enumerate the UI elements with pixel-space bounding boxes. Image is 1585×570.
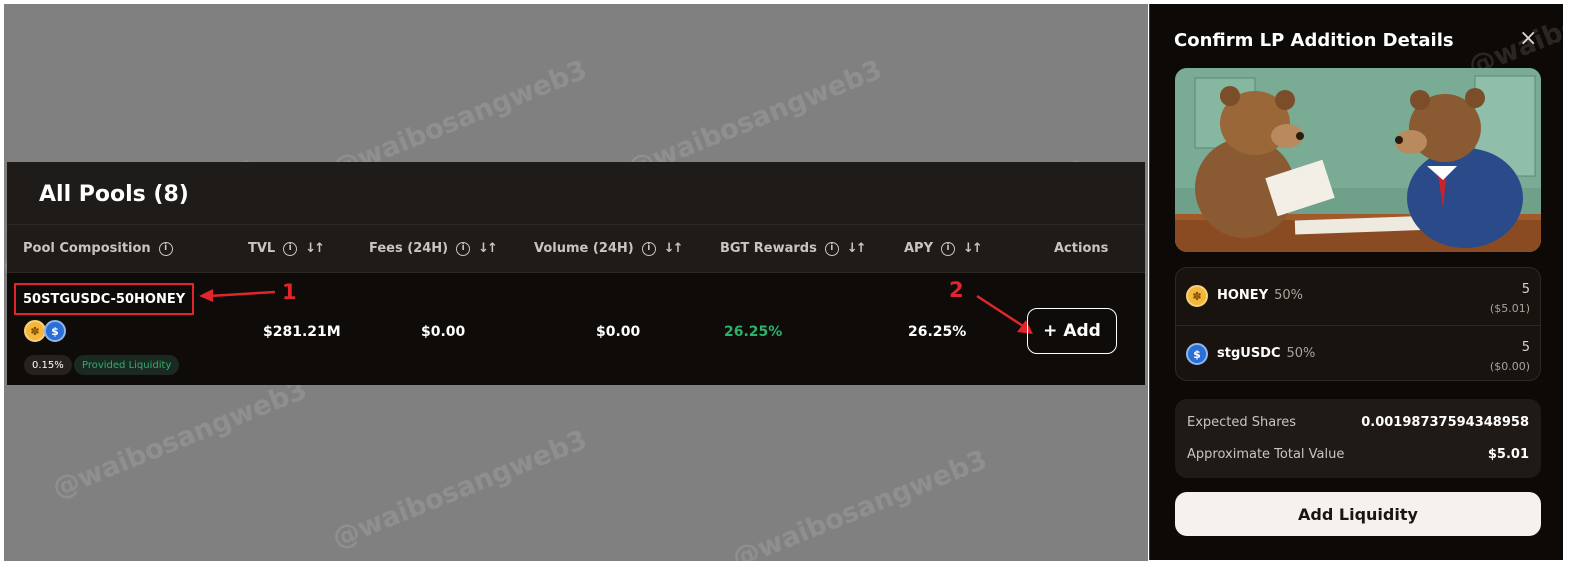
token-usd-value: ($5.01) [1489, 302, 1530, 315]
tvl-value: $281.21M [263, 324, 341, 340]
bears-illustration [1175, 68, 1541, 252]
table-header-row: Pool Composition i TVL i ↓↑ Fees (24H) i… [7, 225, 1145, 273]
token-name: stgUSDC [1217, 346, 1281, 361]
close-icon[interactable]: × [1519, 28, 1537, 50]
token-weight: 50% [1274, 288, 1304, 303]
annotation-number-2: 2 [949, 278, 964, 302]
honey-token-icon: ✽ [1186, 285, 1208, 307]
col-apy[interactable]: APY i ↓↑ [904, 241, 983, 256]
token-weight: 50% [1286, 346, 1316, 361]
sort-icon[interactable]: ↓↑ [963, 241, 983, 256]
usdc-token-icon: $ [1186, 343, 1208, 365]
watermark: @waibosangweb3 [728, 444, 992, 561]
token-usd-value: ($0.00) [1489, 360, 1530, 373]
apy-value: 26.25% [908, 324, 967, 340]
volume-value: $0.00 [596, 324, 641, 340]
expected-shares-value: 0.00198737594348958 [1361, 415, 1529, 430]
usdc-token-icon: $ [44, 320, 66, 342]
add-liquidity-row-button[interactable]: + Add [1027, 308, 1117, 354]
sort-icon[interactable]: ↓↑ [847, 241, 867, 256]
info-icon[interactable]: i [641, 241, 656, 256]
info-icon[interactable]: i [824, 241, 839, 256]
token-list: ✽ HONEY 50% 5 ($5.01) $ stgUSDC 50% 5 ($0.… [1175, 267, 1541, 381]
pools-header: All Pools (8) [7, 162, 1145, 225]
info-icon[interactable]: i [283, 241, 298, 256]
info-icon[interactable]: i [158, 241, 173, 256]
dimmed-backdrop: @waibosangweb3 @waibosangweb3 @waibosang… [4, 4, 1148, 561]
annotation-arrow-2 [976, 294, 1033, 334]
pools-table: All Pools (8) Pool Composition i TVL i ↓… [7, 162, 1145, 385]
sort-icon[interactable]: ↓↑ [478, 241, 498, 256]
total-value-label: Approximate Total Value [1187, 447, 1345, 462]
annotation-arrow-1 [199, 289, 276, 302]
annotation-number-1: 1 [282, 280, 297, 304]
sort-icon[interactable]: ↓↑ [664, 241, 684, 256]
info-icon[interactable]: i [941, 241, 956, 256]
pools-title: All Pools (8) [39, 182, 189, 207]
token-name: HONEY [1217, 288, 1269, 303]
summary-box: Expected Shares 0.00198737594348958 Appr… [1175, 399, 1541, 478]
fees-value: $0.00 [421, 324, 466, 340]
col-tvl[interactable]: TVL i ↓↑ [248, 241, 325, 256]
watermark: @waibosangweb3 [328, 424, 592, 555]
col-actions: Actions [1054, 241, 1109, 256]
expected-shares-label: Expected Shares [1187, 415, 1297, 430]
fee-tier-badge: 0.15% [24, 355, 72, 375]
sort-icon[interactable]: ↓↑ [305, 241, 325, 256]
col-volume[interactable]: Volume (24H) i ↓↑ [534, 241, 684, 256]
bgt-rewards-value: 26.25% [724, 324, 783, 340]
honey-token-icon: ✽ [24, 320, 46, 342]
col-bgt-rewards[interactable]: BGT Rewards i ↓↑ [720, 241, 867, 256]
list-item: $ stgUSDC 50% 5 ($0.00) [1176, 325, 1540, 381]
modal-title: Confirm LP Addition Details [1174, 30, 1454, 51]
list-item: ✽ HONEY 50% 5 ($5.01) [1176, 268, 1540, 324]
token-amount: 5 [1521, 340, 1530, 355]
total-value: $5.01 [1487, 447, 1529, 462]
token-amount: 5 [1521, 282, 1530, 297]
col-pool-composition[interactable]: Pool Composition i [23, 241, 173, 256]
confirm-lp-modal: @waibosangweb3 Confirm LP Addition Detai… [1149, 0, 1585, 560]
add-liquidity-button[interactable]: Add Liquidity [1175, 492, 1541, 536]
watermark: @waibosangweb3 [48, 374, 312, 505]
col-fees[interactable]: Fees (24H) i ↓↑ [369, 241, 498, 256]
table-row[interactable]: 50STGUSDC-50HONEY 1 ✽ $ 0.15% Provided L… [7, 274, 1145, 385]
info-icon[interactable]: i [456, 241, 471, 256]
provided-liquidity-badge: Provided Liquidity [74, 355, 180, 375]
pool-name[interactable]: 50STGUSDC-50HONEY [23, 292, 185, 307]
